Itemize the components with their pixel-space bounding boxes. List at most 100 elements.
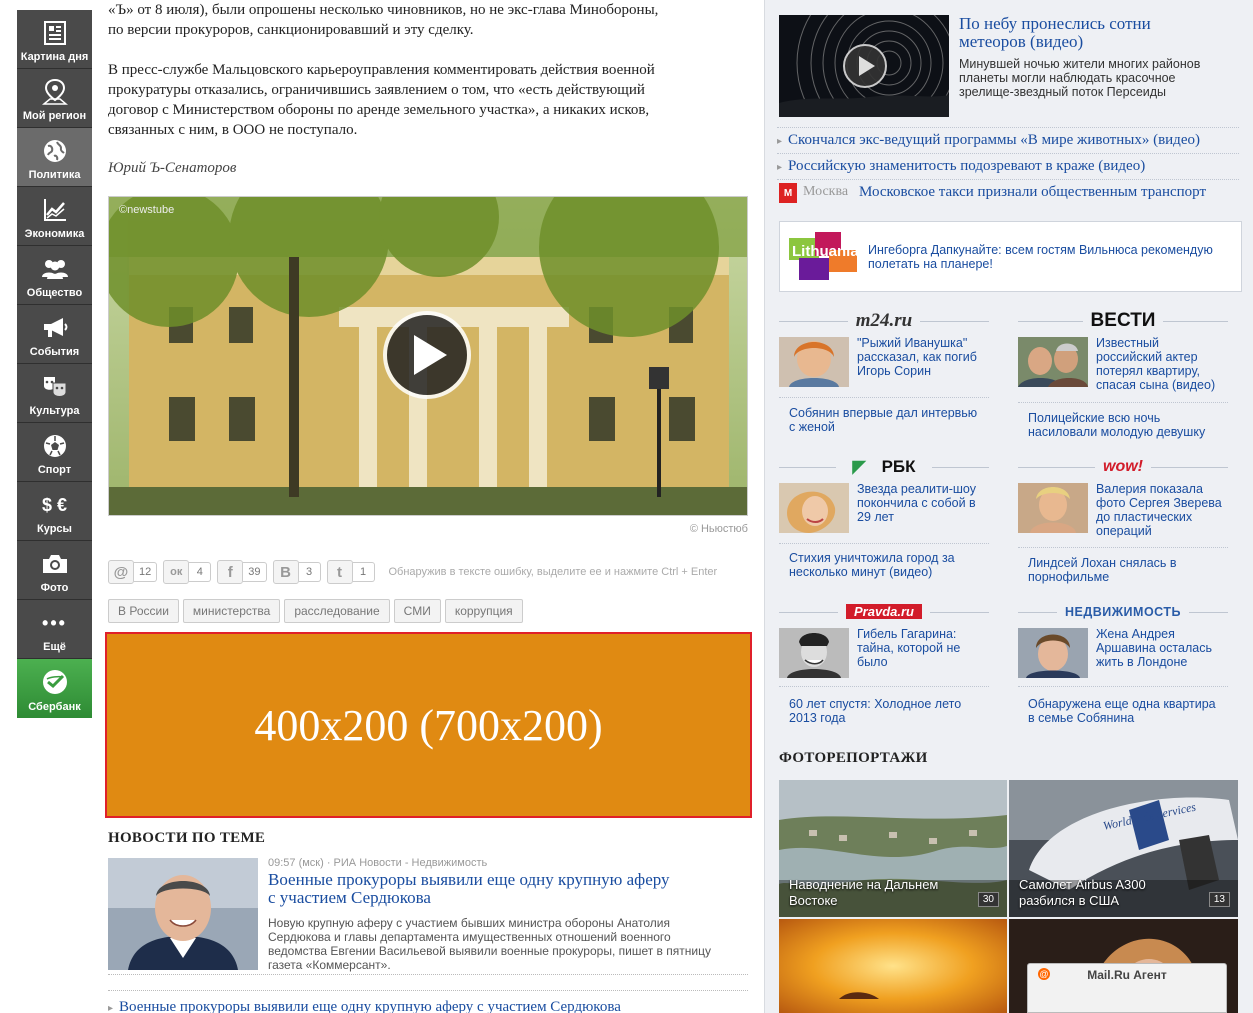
photo-report-sunset[interactable] [779,919,1007,1013]
vkontakte-icon[interactable]: B [272,560,299,584]
top-story-title[interactable]: По небу пронеслись сотни метеоров (видео… [959,15,1151,51]
article-paragraph: В пресс-службе Мальцовского карьероуправ… [108,60,748,140]
link-line: 2013 года [789,711,846,725]
story-line: до пластических [1096,510,1193,524]
partner-link[interactable]: 60 лет спустя: Холодное лето 2013 года [789,697,961,725]
sidebar-label: Общество [26,287,83,299]
tag[interactable]: СМИ [393,599,441,623]
sidebar-label: События [29,346,80,358]
story-line: покончила с собой в [857,496,976,510]
link-line: Собянин впервые дал интервью [789,406,978,420]
news-photo[interactable] [108,858,258,970]
news-meta: 09:57 (мск) · РИА Новости - Недвижимость [268,857,488,869]
sidebar-item-eshche[interactable]: ••• Ещё [17,600,92,659]
photo-report-portrait[interactable]: @ Mail.Ru Агент [1009,919,1238,1013]
partner-logo-text: РБК [873,457,924,476]
sidebar-item-sport[interactable]: Спорт [17,423,92,482]
partner-thumb[interactable] [1018,628,1088,678]
facebook-icon[interactable]: f [217,560,244,584]
partner-logo-wrap: Pravda.ru [838,603,930,621]
news-link[interactable]: ▸ Российскую знаменитость подозревают в к… [777,158,1145,175]
sidebar-item-moy-region[interactable]: Мой регион [17,69,92,128]
partner-story[interactable]: Известный российский актер потерял кварт… [1096,336,1215,392]
partner-story[interactable]: "Рыжий Иванушка" рассказал, как погиб Иг… [857,336,977,378]
partner-link[interactable]: Полицейские всю ночь насиловали молодую … [1028,411,1205,439]
news-link[interactable]: ▸ Скончался экс-ведущий программы «В мире… [777,132,1200,149]
mail-agent-label: Mail.Ru Агент [1087,968,1167,982]
sidebar-label: Фото [40,582,69,594]
partner-story[interactable]: Звезда реалити-шоу покончила с собой в 2… [857,482,976,524]
sidebar-item-kursy[interactable]: $ € Курсы [17,482,92,541]
more-icon: ••• [42,612,67,633]
text-line: договор с Министерством обороны по аренд… [108,102,650,118]
link-line: Полицейские всю ночь [1028,411,1161,425]
twitter-icon[interactable]: t [326,560,353,584]
mail-agent-widget[interactable]: @ Mail.Ru Агент [1027,963,1227,1013]
divider [779,397,989,398]
link-text: Военные прокуроры выявили еще одну крупн… [119,999,621,1013]
tag[interactable]: министерства [182,599,281,623]
story-line: жить в Лондоне [1096,655,1188,669]
tag[interactable]: коррупция [444,599,523,623]
odnoklassniki-icon[interactable]: ок [163,560,190,584]
link-line: несколько минут (видео) [789,565,933,579]
partner-header: wow! [1018,455,1228,479]
partner-link[interactable]: Обнаружена еще одна квартира в семье Соб… [1028,697,1216,725]
story-line: Гибель Гагарина: [857,627,957,641]
partner-block-vesti: ВЕСТИ Известный российский актер потерял… [1018,309,1228,439]
sidebar-item-sobytiya[interactable]: События [17,305,92,364]
sidebar-label: Картина дня [20,51,89,63]
partner-link[interactable]: Собянин впервые дал интервью с женой [789,406,977,434]
chart-icon [17,195,92,225]
link-line: Обнаружена еще одна квартира [1028,697,1216,711]
sidebar-item-ekonomika[interactable]: Экономика [17,187,92,246]
partner-thumb[interactable] [779,483,849,533]
photo-report-plane[interactable]: Worldwide Services Самолет Airbus A300 р… [1009,780,1238,917]
play-icon[interactable] [383,311,471,399]
partner-thumb[interactable] [779,628,849,678]
partner-story[interactable]: Валерия показала фото Сергея Зверева до … [1096,482,1222,538]
moscow-news-link[interactable]: Московское такси признали общественным т… [859,184,1229,201]
story-line: рассказал, как погиб [857,350,977,364]
sidebar-item-kartina-dnya[interactable]: Картина дня [17,10,92,69]
currency-icon: $ € [41,494,68,515]
photo-report-flood[interactable]: Наводнение на Дальнем Востоке 30 [779,780,1007,917]
tag[interactable]: расследование [284,599,390,623]
lithuania-promo[interactable]: Lithuania Ингеборга Дапкунайте: всем гос… [779,221,1242,292]
tag[interactable]: В России [108,599,179,623]
partner-link[interactable]: Линдсей Лохан снялась в порнофильме [1028,556,1177,584]
partner-block-rbc: ◤ РБК Звезда реалити-шоу покончила с собо… [779,455,989,585]
divider [108,990,748,991]
partner-link[interactable]: Стихия уничтожила город за несколько мин… [789,551,955,579]
share-count: 4 [189,562,212,582]
news-bottom-link[interactable]: ▸ Военные прокуроры выявили еще одну круп… [108,999,621,1013]
headline-line: Военные прокуроры выявили еще одну крупн… [268,870,670,889]
ad-banner[interactable]: 400x200 (700x200) [105,632,752,818]
promo-line: Ингеборга Дапкунайте: всем гостям Вильню… [868,243,1213,257]
share-count: 39 [243,562,267,582]
mailru-icon[interactable]: @ [108,560,134,584]
sidebar-item-politika[interactable]: Политика [17,128,92,187]
sidebar-item-sberbank[interactable]: Сбербанк [17,659,92,718]
top-story-video[interactable] [779,15,949,117]
partner-thumb[interactable] [1018,483,1088,533]
sidebar-item-obshchestvo[interactable]: Общество [17,246,92,305]
news-headline[interactable]: Военные прокуроры выявили еще одну крупн… [268,871,670,907]
partner-thumb[interactable] [1018,337,1088,387]
partner-story[interactable]: Гибель Гагарина: тайна, которой не было [857,627,960,669]
bullet-icon: ▸ [108,1003,114,1013]
lithuania-logo: Lithuania [789,232,859,282]
article-paragraph: «Ъ» от 8 июля), были опрошены несколько … [108,0,748,40]
partner-story[interactable]: Жена Андрея Аршавина осталась жить в Лон… [1096,627,1212,669]
partner-header: ВЕСТИ [1018,309,1228,333]
link-line: Стихия уничтожила город за [789,551,955,565]
video-player[interactable]: ©newstube [108,196,748,516]
sidebar-item-foto[interactable]: Фото [17,541,92,600]
link-line: 60 лет спустя: Холодное лето [789,697,962,711]
text-line: прокуратуры отказались, ограничившись за… [108,82,645,98]
link-line: в семье Собянина [1028,711,1135,725]
sidebar-item-kultura[interactable]: Культура [17,364,92,423]
text-line: «Ъ» от 8 июля), были опрошены несколько … [108,2,659,18]
partner-thumb[interactable] [779,337,849,387]
people-icon [17,254,92,284]
